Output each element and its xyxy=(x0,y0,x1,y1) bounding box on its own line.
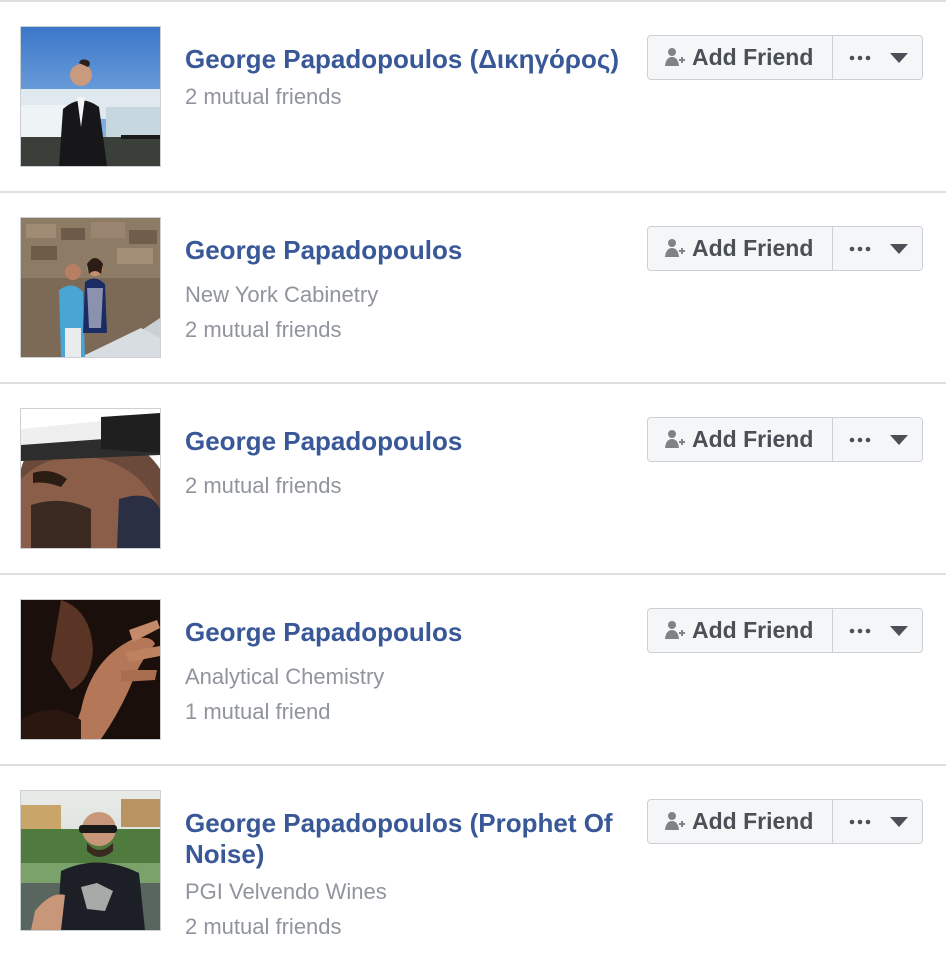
result-name-link[interactable]: George Papadopoulos (Prophet Of Noise) xyxy=(185,808,645,870)
mutual-friends-text[interactable]: 2 mutual friends xyxy=(185,468,645,503)
more-options-button[interactable] xyxy=(833,608,923,653)
profile-photo-image xyxy=(21,600,160,739)
mutual-friends-text[interactable]: 2 mutual friends xyxy=(185,909,645,944)
profile-photo-image xyxy=(21,218,160,357)
result-name-link[interactable]: George Papadopoulos xyxy=(185,426,645,457)
chevron-down-icon xyxy=(889,434,908,445)
chevron-down-icon xyxy=(889,816,908,827)
more-dots-icon xyxy=(849,246,870,251)
add-friend-button[interactable]: Add Friend xyxy=(647,226,833,271)
more-options-button[interactable] xyxy=(833,417,923,462)
more-dots-icon xyxy=(849,628,870,633)
result-name-link[interactable]: George Papadopoulos xyxy=(185,235,645,266)
chevron-down-icon xyxy=(889,52,908,63)
add-friend-icon xyxy=(665,620,685,639)
result-actions: Add Friend xyxy=(647,35,923,80)
result-subtitle[interactable]: PGI Velvendo Wines xyxy=(185,874,645,909)
search-result-item: George Papadopoulos (Δικηγόρος) 2 mutual… xyxy=(0,2,946,193)
chevron-down-icon xyxy=(889,625,908,636)
add-friend-icon xyxy=(665,429,685,448)
result-actions: Add Friend xyxy=(647,417,923,462)
profile-photo-image xyxy=(21,27,160,166)
add-friend-button[interactable]: Add Friend xyxy=(647,608,833,653)
add-friend-label: Add Friend xyxy=(692,426,814,452)
chevron-down-icon xyxy=(889,243,908,254)
more-options-button[interactable] xyxy=(833,799,923,844)
result-subtitle[interactable]: Analytical Chemistry xyxy=(185,659,645,694)
result-actions: Add Friend xyxy=(647,226,923,271)
more-dots-icon xyxy=(849,437,870,442)
result-actions: Add Friend xyxy=(647,608,923,653)
search-result-item: George Papadopoulos 2 mutual friends Add… xyxy=(0,384,946,575)
profile-photo[interactable] xyxy=(20,26,161,167)
add-friend-label: Add Friend xyxy=(692,808,814,834)
add-friend-label: Add Friend xyxy=(692,44,814,70)
search-result-item: George Papadopoulos Analytical Chemistry… xyxy=(0,575,946,766)
add-friend-icon xyxy=(665,47,685,66)
mutual-friends-text[interactable]: 1 mutual friend xyxy=(185,694,645,729)
profile-photo-image xyxy=(21,791,160,930)
search-result-item: George Papadopoulos (Prophet Of Noise) P… xyxy=(0,766,946,960)
more-options-button[interactable] xyxy=(833,35,923,80)
add-friend-button[interactable]: Add Friend xyxy=(647,417,833,462)
profile-photo[interactable] xyxy=(20,408,161,549)
search-result-item: George Papadopoulos New York Cabinetry 2… xyxy=(0,193,946,384)
result-name-link[interactable]: George Papadopoulos (Δικηγόρος) xyxy=(185,44,645,75)
add-friend-button[interactable]: Add Friend xyxy=(647,799,833,844)
result-name-link[interactable]: George Papadopoulos xyxy=(185,617,645,648)
add-friend-icon xyxy=(665,238,685,257)
more-dots-icon xyxy=(849,55,870,60)
mutual-friends-text[interactable]: 2 mutual friends xyxy=(185,312,645,347)
profile-photo[interactable] xyxy=(20,790,161,931)
result-actions: Add Friend xyxy=(647,799,923,844)
profile-photo-image xyxy=(21,409,160,548)
profile-photo[interactable] xyxy=(20,217,161,358)
more-dots-icon xyxy=(849,819,870,824)
result-subtitle[interactable]: New York Cabinetry xyxy=(185,277,645,312)
add-friend-icon xyxy=(665,811,685,830)
more-options-button[interactable] xyxy=(833,226,923,271)
mutual-friends-text[interactable]: 2 mutual friends xyxy=(185,79,645,114)
add-friend-button[interactable]: Add Friend xyxy=(647,35,833,80)
add-friend-label: Add Friend xyxy=(692,235,814,261)
profile-photo[interactable] xyxy=(20,599,161,740)
add-friend-label: Add Friend xyxy=(692,617,814,643)
